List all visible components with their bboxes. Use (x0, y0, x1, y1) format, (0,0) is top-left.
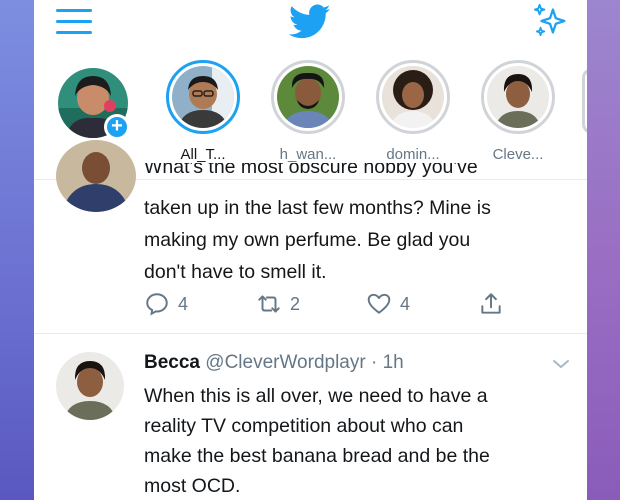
retweet-count: 2 (290, 293, 301, 314)
fleet-label: domin... (386, 146, 440, 163)
fleet-label: h_wan... (279, 146, 337, 163)
hamburger-menu-icon[interactable] (56, 9, 92, 35)
tweet-text-line: When this is all over, we need to have a (144, 385, 488, 407)
share-button[interactable] (478, 289, 504, 319)
twitter-app-screen: + Add All_T... (34, 0, 587, 500)
like-count: 4 (400, 293, 411, 314)
tweet-text-line: make the best banana bread and be the (144, 445, 490, 467)
reply-count: 4 (178, 293, 189, 314)
tweet-text-line: taken up in the last few months? Mine is (144, 197, 491, 219)
fleet-ring (481, 60, 555, 134)
avatar (56, 352, 124, 420)
fleet-ring (271, 60, 345, 134)
reply-icon (146, 293, 168, 316)
add-fleet-plus-icon: + (104, 114, 130, 140)
retweet-button[interactable]: 2 (256, 289, 300, 319)
like-button[interactable]: 4 (366, 289, 410, 319)
background-right (587, 0, 620, 500)
tweet[interactable]: Becca @CleverWordplayr · 1h When this is… (34, 334, 587, 500)
twitter-bird-icon (289, 4, 331, 39)
author-handle[interactable]: @CleverWordplayr (205, 352, 365, 373)
tweet-actions: 4 2 4 (144, 289, 524, 319)
tweet-text-line: most OCD. (144, 475, 241, 497)
share-icon (481, 293, 501, 314)
tweet-text-line: don't have to smell it. (144, 261, 327, 283)
heart-icon (367, 293, 391, 314)
separator-dot: · (371, 352, 378, 373)
fleet-label: All_T... (180, 146, 226, 163)
tweet-header: Becca @CleverWordplayr · 1h (144, 352, 404, 374)
fleet-item[interactable]: Cleve... (473, 60, 563, 163)
tweet-text-line: making my own perfume. Be glad you (144, 229, 471, 251)
fleet-item[interactable]: All_T... (158, 60, 248, 163)
background-left (0, 0, 34, 500)
tweet[interactable]: What's the most obscure hobby you've tak… (34, 140, 587, 333)
app-header (34, 0, 587, 50)
chevron-down-icon[interactable] (550, 356, 572, 372)
fleet-ring (166, 60, 240, 134)
fleet-add-ring: + (58, 68, 130, 140)
retweet-icon (258, 295, 280, 313)
avatar (172, 66, 234, 128)
fleet-item[interactable]: h_wan... (263, 60, 353, 163)
reply-button[interactable]: 4 (144, 289, 188, 319)
avatar (277, 66, 339, 128)
fleet-label: Cleve... (492, 146, 544, 163)
sparkle-icon[interactable] (532, 2, 570, 40)
tweet-timestamp[interactable]: 1h (383, 352, 404, 373)
avatar (487, 66, 549, 128)
fleet-item-partial[interactable] (582, 68, 587, 134)
avatar (382, 66, 444, 128)
fleet-item[interactable]: domin... (368, 60, 458, 163)
author-name[interactable]: Becca (144, 352, 200, 373)
fleet-ring (376, 60, 450, 134)
avatar (56, 140, 136, 212)
tweet-text-line: reality TV competition about who can (144, 415, 464, 437)
